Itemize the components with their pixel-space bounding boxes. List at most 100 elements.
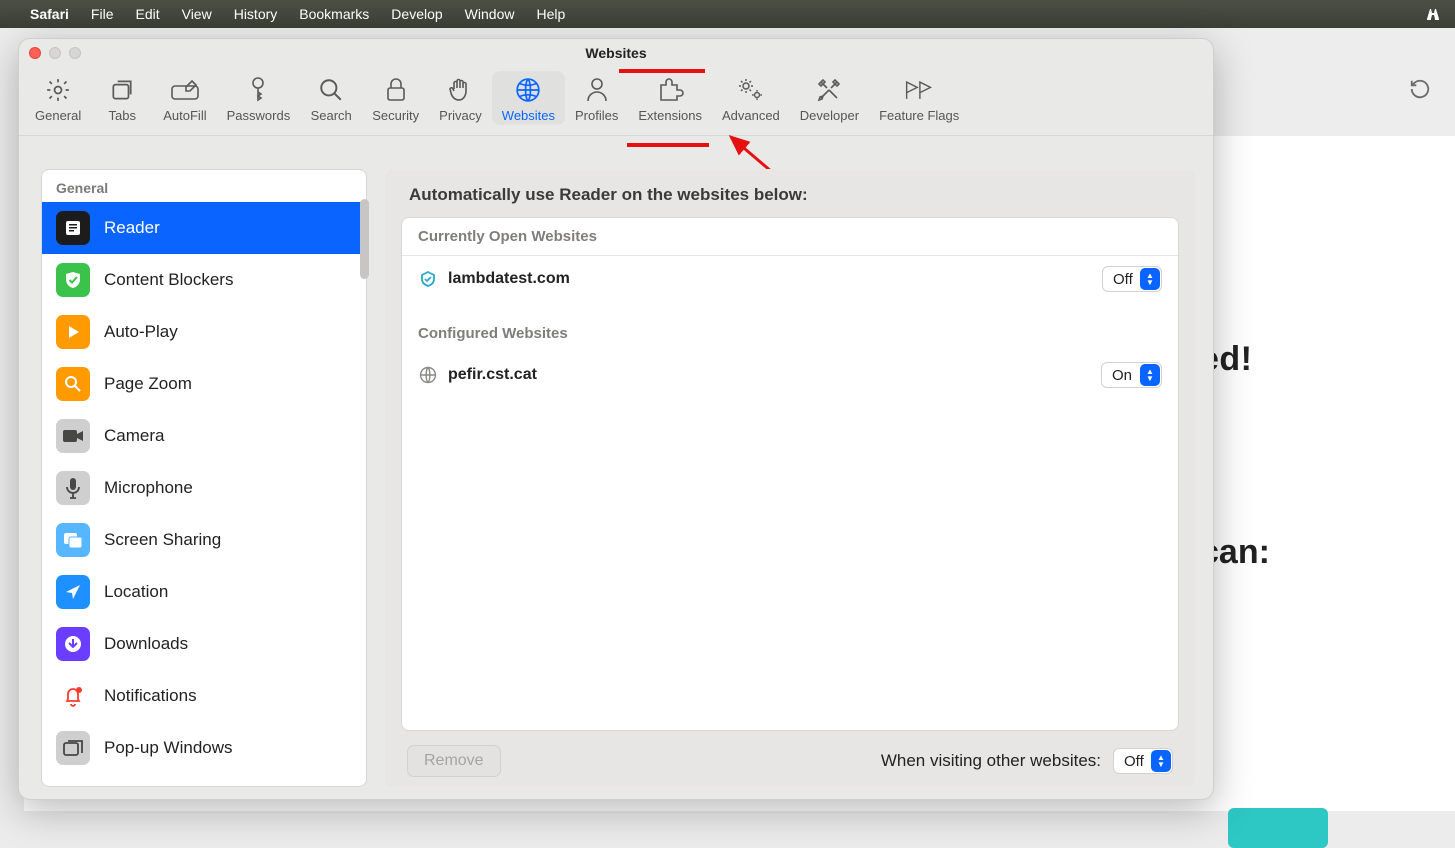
- website-row[interactable]: lambdatest.com Off ▲▼: [402, 256, 1178, 302]
- sidebar-item-label: Camera: [104, 426, 164, 446]
- location-arrow-icon: [56, 575, 90, 609]
- sidebar-item-page-zoom[interactable]: Page Zoom: [42, 358, 366, 410]
- tab-label: Tabs: [109, 108, 136, 123]
- close-window-button[interactable]: [29, 47, 41, 59]
- tab-label: Security: [372, 108, 419, 123]
- shield-check-icon: [56, 263, 90, 297]
- website-name: pefir.cst.cat: [448, 366, 537, 384]
- sidebar-item-label: Microphone: [104, 478, 193, 498]
- tab-search[interactable]: Search: [300, 71, 362, 125]
- sidebar-item-location[interactable]: Location: [42, 566, 366, 618]
- tab-developer[interactable]: Developer: [790, 71, 869, 125]
- sidebar-item-label: Downloads: [104, 634, 188, 654]
- menubar-app-name[interactable]: Safari: [30, 6, 69, 22]
- site-favicon-icon: [418, 269, 438, 289]
- websites-list: Currently Open Websites lambdatest.com O…: [401, 217, 1179, 731]
- person-icon: [582, 75, 612, 105]
- default-setting-select[interactable]: Off ▲▼: [1113, 748, 1173, 774]
- menu-history[interactable]: History: [234, 6, 278, 22]
- reload-button[interactable]: [1403, 72, 1437, 106]
- zoom-icon: [56, 367, 90, 401]
- safari-preferences-window: Websites General Tabs AutoFill Passwords…: [18, 38, 1214, 800]
- settings-sidebar: General Reader Content Blockers Auto-Pla…: [41, 169, 367, 787]
- system-menubar: Safari File Edit View History Bookmarks …: [0, 0, 1455, 28]
- sidebar-item-label: Pop-up Windows: [104, 738, 233, 758]
- sidebar-section-header: General: [42, 170, 366, 202]
- select-input[interactable]: On: [1101, 362, 1162, 388]
- sidebar-item-reader[interactable]: Reader: [42, 202, 366, 254]
- select-input[interactable]: Off: [1113, 748, 1173, 774]
- annotation-underline: [627, 143, 709, 147]
- hand-icon: [445, 75, 475, 105]
- tab-tabs[interactable]: Tabs: [91, 71, 153, 125]
- reader-setting-select[interactable]: On ▲▼: [1101, 362, 1162, 388]
- gear-icon: [43, 75, 73, 105]
- flags-icon: [904, 75, 934, 105]
- website-row[interactable]: pefir.cst.cat On ▲▼: [402, 352, 1178, 398]
- tabs-icon: [107, 75, 137, 105]
- select-input[interactable]: Off: [1102, 266, 1162, 292]
- tab-extensions[interactable]: Extensions: [628, 71, 712, 125]
- tab-label: Profiles: [575, 108, 618, 123]
- reader-setting-select[interactable]: Off ▲▼: [1102, 266, 1162, 292]
- tab-label: Advanced: [722, 108, 780, 123]
- menu-develop[interactable]: Develop: [391, 6, 442, 22]
- annotation-underline: [619, 69, 705, 73]
- play-icon: [56, 315, 90, 349]
- tab-label: Search: [311, 108, 352, 123]
- remove-button[interactable]: Remove: [407, 745, 501, 777]
- sidebar-item-label: Screen Sharing: [104, 530, 221, 550]
- sidebar-item-camera[interactable]: Camera: [42, 410, 366, 462]
- menu-window[interactable]: Window: [465, 6, 515, 22]
- tab-label: Extensions: [638, 108, 702, 123]
- tab-label: Developer: [800, 108, 859, 123]
- sidebar-item-label: Location: [104, 582, 168, 602]
- window-stack-icon: [56, 731, 90, 765]
- screen-sharing-icon: [56, 523, 90, 557]
- menu-bookmarks[interactable]: Bookmarks: [299, 6, 369, 22]
- tab-label: Passwords: [227, 108, 291, 123]
- tab-label: General: [35, 108, 81, 123]
- tab-security[interactable]: Security: [362, 71, 429, 125]
- pencil-rectangle-icon: [170, 75, 200, 105]
- tab-profiles[interactable]: Profiles: [565, 71, 628, 125]
- sidebar-item-label: Auto-Play: [104, 322, 178, 342]
- tab-websites[interactable]: Websites: [492, 71, 565, 125]
- window-titlebar: Websites: [19, 39, 1213, 67]
- sidebar-item-content-blockers[interactable]: Content Blockers: [42, 254, 366, 306]
- sidebar-item-auto-play[interactable]: Auto-Play: [42, 306, 366, 358]
- menu-help[interactable]: Help: [536, 6, 565, 22]
- sidebar-item-microphone[interactable]: Microphone: [42, 462, 366, 514]
- reader-icon: [56, 211, 90, 245]
- sidebar-item-screen-sharing[interactable]: Screen Sharing: [42, 514, 366, 566]
- sidebar-container: General Reader Content Blockers Auto-Pla…: [41, 169, 367, 787]
- binoculars-status-icon[interactable]: [1425, 6, 1443, 22]
- menu-edit[interactable]: Edit: [135, 6, 159, 22]
- key-icon: [243, 75, 273, 105]
- zoom-window-button[interactable]: [69, 47, 81, 59]
- sidebar-scrollbar[interactable]: [360, 199, 369, 279]
- sidebar-item-popup-windows[interactable]: Pop-up Windows: [42, 722, 366, 774]
- sidebar-item-downloads[interactable]: Downloads: [42, 618, 366, 670]
- pane-footer: Remove When visiting other websites: Off…: [401, 731, 1179, 777]
- menu-view[interactable]: View: [182, 6, 212, 22]
- tab-passwords[interactable]: Passwords: [217, 71, 301, 125]
- open-websites-header: Currently Open Websites: [402, 218, 1178, 256]
- magnifying-glass-icon: [316, 75, 346, 105]
- globe-icon: [418, 365, 438, 385]
- tab-advanced[interactable]: Advanced: [712, 71, 790, 125]
- tab-privacy[interactable]: Privacy: [429, 71, 492, 125]
- window-title: Websites: [585, 45, 646, 61]
- minimize-window-button[interactable]: [49, 47, 61, 59]
- tab-autofill[interactable]: AutoFill: [153, 71, 216, 125]
- tools-icon: [814, 75, 844, 105]
- tab-label: Websites: [502, 108, 555, 123]
- preferences-body: General Reader Content Blockers Auto-Pla…: [19, 151, 1213, 799]
- sidebar-item-label: Reader: [104, 218, 160, 238]
- tab-feature-flags[interactable]: Feature Flags: [869, 71, 969, 125]
- tab-general[interactable]: General: [25, 71, 91, 125]
- sidebar-item-notifications[interactable]: Notifications: [42, 670, 366, 722]
- menu-file[interactable]: File: [91, 6, 114, 22]
- sidebar-item-label: Content Blockers: [104, 270, 233, 290]
- puzzle-piece-icon: [655, 75, 685, 105]
